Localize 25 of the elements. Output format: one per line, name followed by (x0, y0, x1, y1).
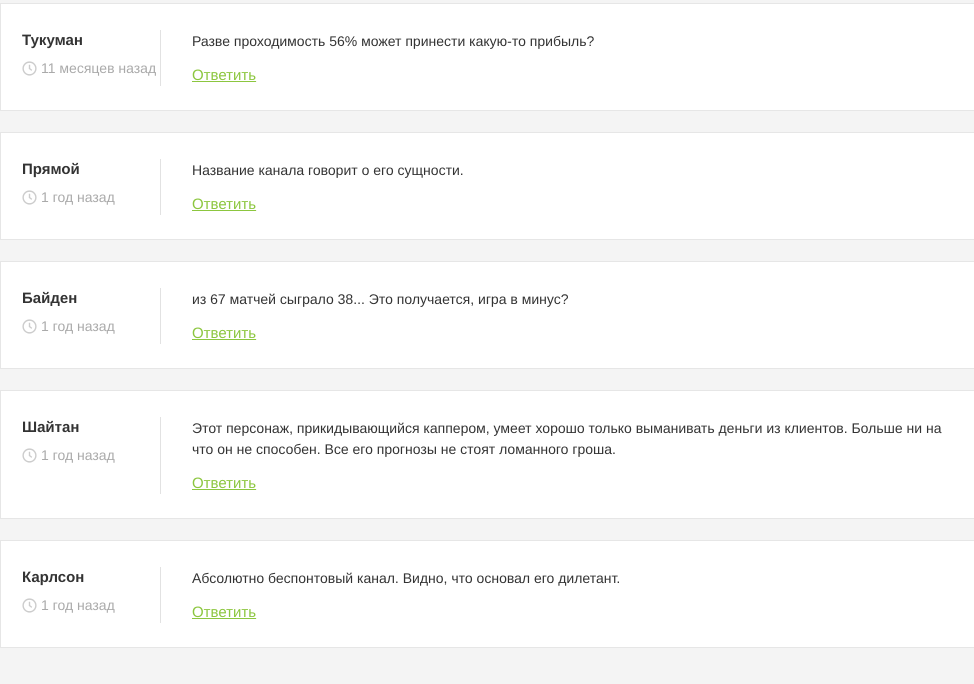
author-name: Байден (22, 290, 78, 308)
comment-text: из 67 матчей сыграло 38... Это получается, игра в минус? (192, 290, 570, 309)
author-name: Шайтан (22, 419, 80, 437)
clock-icon (22, 598, 37, 613)
comment-text: Абсолютно беспонтовый канал. Видно, что основал его дилетант. (192, 569, 622, 588)
author-name: Тукуман (22, 32, 84, 50)
comment-time: 1 год назад (41, 188, 115, 207)
clock-icon (22, 448, 37, 463)
comment-time: 1 год назад (41, 596, 115, 615)
reply-link[interactable]: Ответить (192, 474, 256, 494)
comment-time: 1 год назад (41, 317, 115, 336)
reply-link[interactable]: Ответить (192, 603, 256, 623)
author-name: Карлсон (22, 569, 86, 587)
clock-icon (22, 190, 37, 205)
author-name: Прямой (22, 161, 81, 179)
reply-link[interactable]: Ответить (192, 66, 256, 86)
reply-link[interactable]: Ответить (192, 195, 256, 215)
comment-text: Разве проходимость 56% может принести какую-то прибыль? (192, 32, 596, 51)
reply-link[interactable]: Ответить (192, 324, 256, 344)
comment-time: 11 месяцев назад (41, 59, 156, 78)
comment-text: Этот персонаж, прикидывающийся каппером, умеет хорошо только выманивать деньги из клиентов. Больше ни на что он не способен. Все его прогнозы не стоят ломанного гроша. (192, 419, 942, 459)
clock-icon (22, 319, 37, 334)
comment-time: 1 год назад (41, 446, 115, 465)
clock-icon (22, 61, 37, 76)
comment-text: Название канала говорит о его сущности. (192, 161, 465, 180)
